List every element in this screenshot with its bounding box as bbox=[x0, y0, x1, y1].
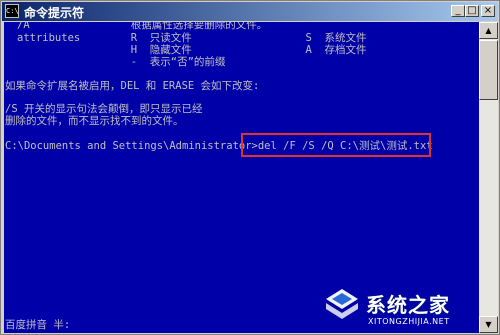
ime-status-bar: 百度拼音 半: bbox=[5, 319, 71, 331]
watermark: 系统之家 XITONGZHIJIA.NET bbox=[322, 283, 500, 335]
title-bar[interactable]: C:\ 命令提示符 _ □ × bbox=[2, 2, 498, 21]
window-title: 命令提示符 bbox=[24, 6, 85, 20]
command-highlight-box bbox=[241, 133, 431, 157]
maximize-button[interactable]: □ bbox=[465, 5, 479, 17]
console-line: 如果命令扩展名被启用，DEL 和 ERASE 会如下改变: bbox=[5, 80, 260, 92]
watermark-title: 系统之家 bbox=[366, 293, 450, 317]
watermark-url: XITONGZHIJIA.NET bbox=[368, 317, 450, 326]
console-line: attributes R 只读文件 S 系统文件 bbox=[17, 32, 367, 44]
console-app-icon[interactable]: C:\ bbox=[5, 4, 19, 18]
console-line: /A 根据属性选择要删除的文件。 bbox=[17, 22, 268, 31]
scroll-up-arrow-icon[interactable]: ▲ bbox=[479, 22, 498, 39]
scrollbar-thumb[interactable] bbox=[479, 40, 498, 100]
console-line: H 隐藏文件 A 存档文件 bbox=[17, 44, 367, 56]
watermark-logo-icon bbox=[326, 289, 358, 319]
console-line: /S 开关的显示句法会颠倒，即只显示已经 bbox=[5, 103, 203, 115]
minimize-button[interactable]: _ bbox=[451, 5, 465, 17]
console-line: - 表示“否”的前缀 bbox=[17, 56, 226, 68]
console-line: 删除的文件，而不显示找不到的文件。 bbox=[5, 115, 184, 127]
close-button[interactable]: × bbox=[481, 5, 495, 17]
